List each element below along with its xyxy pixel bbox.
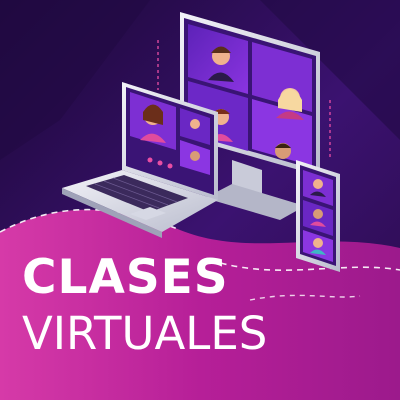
title-secondary: VIRTUALES <box>22 307 268 360</box>
title-block: CLASES VIRTUALES <box>22 250 392 362</box>
illustration-canvas: CLASES VIRTUALES <box>0 0 400 400</box>
title-primary: CLASES <box>22 250 229 305</box>
